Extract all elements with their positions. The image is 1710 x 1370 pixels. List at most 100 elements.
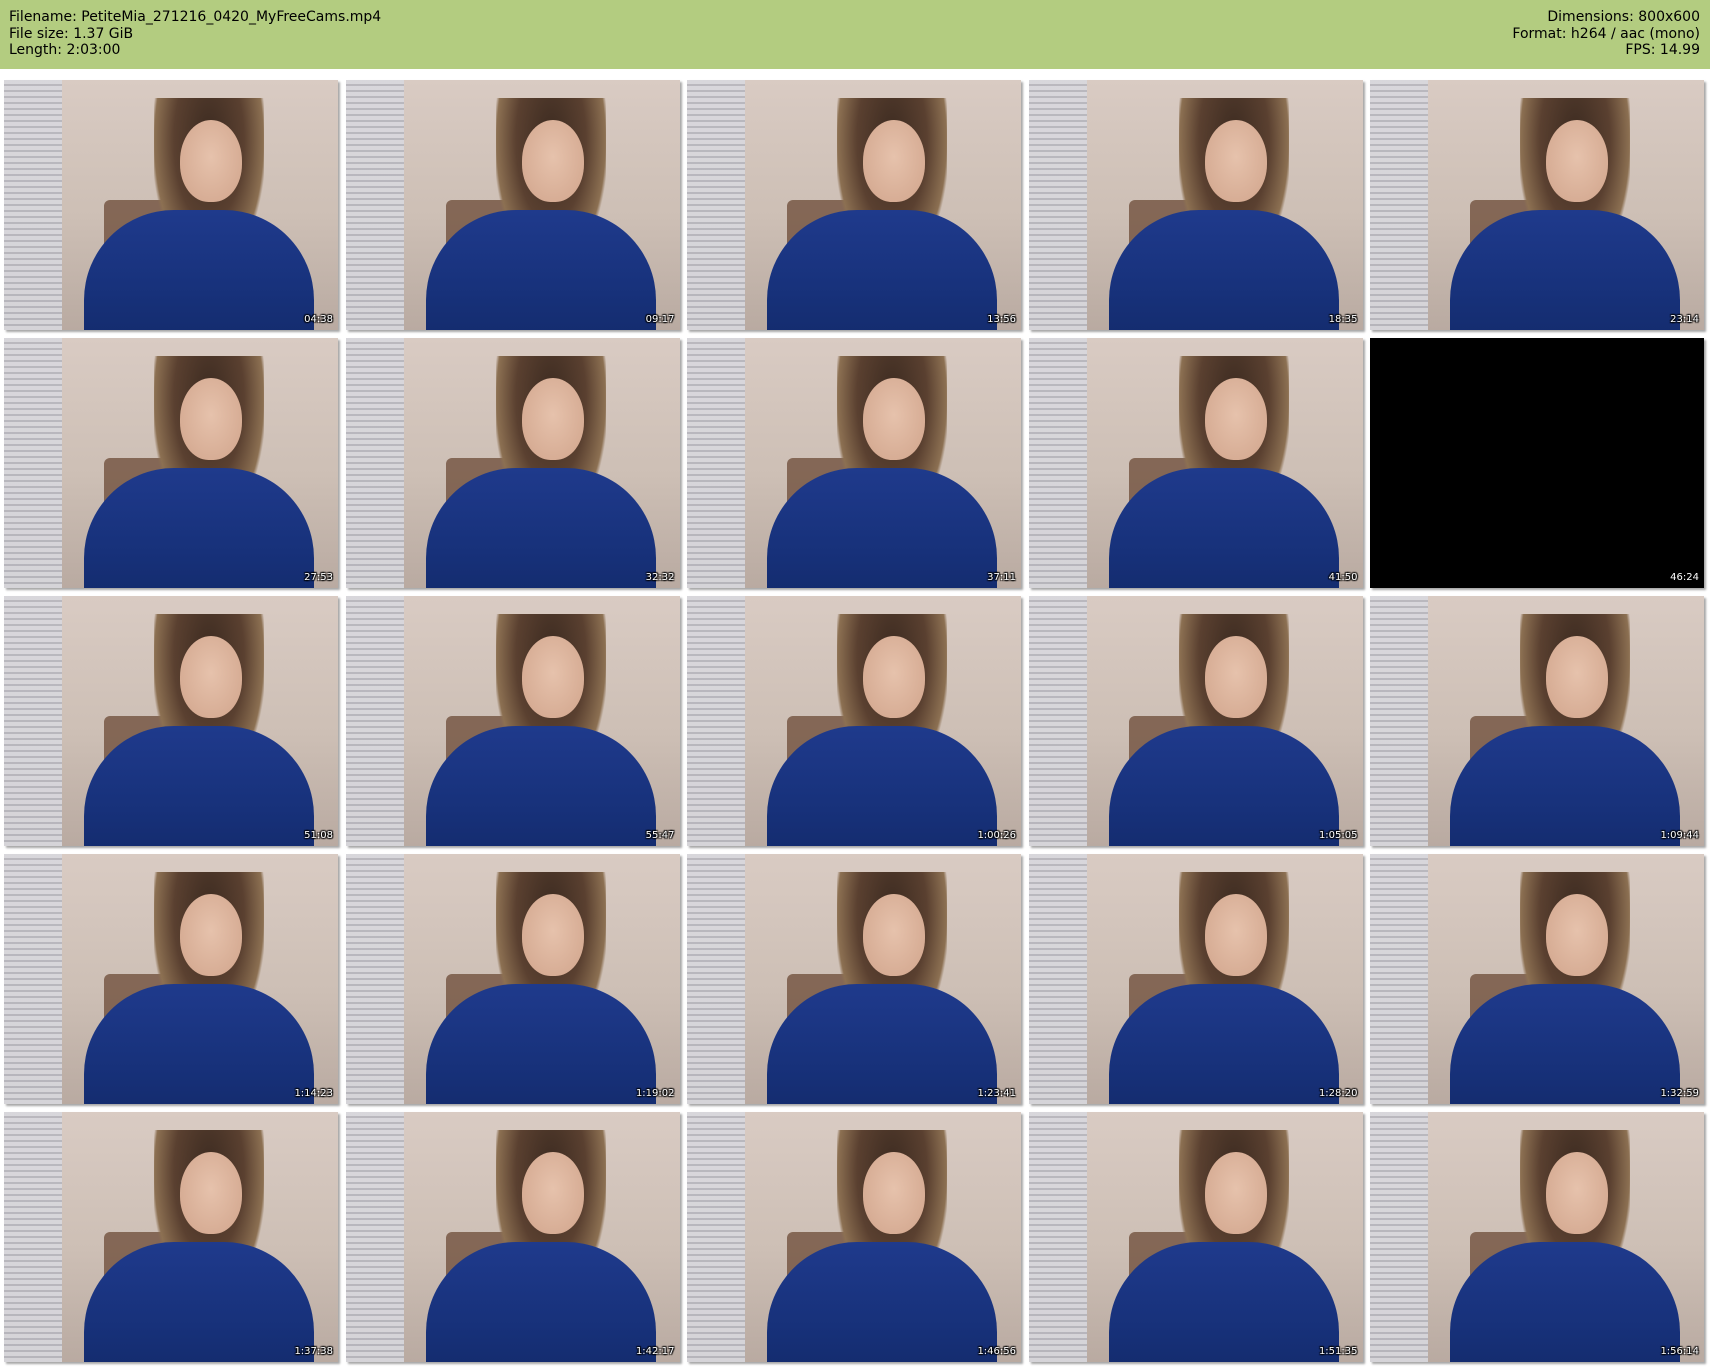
- thumbnail-blinds: [345, 854, 404, 1104]
- thumbnail-timestamp: 27:53: [304, 572, 333, 583]
- thumbnail-blinds: [345, 1112, 404, 1362]
- thumbnail-face: [863, 120, 925, 202]
- thumbnail-timestamp: 1:28:20: [1318, 1088, 1358, 1099]
- thumbnail: 55:47: [345, 596, 680, 846]
- thumbnail-timestamp: 23:14: [1670, 314, 1699, 325]
- thumbnail-timestamp: 46:24: [1670, 572, 1699, 583]
- thumbnail-blinds: [4, 80, 62, 330]
- thumbnail-body: [84, 1242, 314, 1362]
- thumbnail-body: [425, 468, 656, 588]
- thumbnail-face: [521, 120, 584, 202]
- thumbnail-face: [1546, 120, 1608, 202]
- thumbnail: 1:32:59: [1370, 854, 1704, 1104]
- thumbnail-face: [1204, 1152, 1267, 1234]
- thumbnail-body: [767, 210, 997, 330]
- thumbnail-blinds: [4, 596, 62, 846]
- thumbnail-timestamp: 32:32: [645, 572, 675, 583]
- thumbnail-face: [1546, 1152, 1608, 1234]
- thumbnail: 1:56:14: [1370, 1112, 1704, 1362]
- thumbnail: 1:00:26: [687, 596, 1021, 846]
- thumbnail-face: [1546, 894, 1608, 976]
- thumbnail-body: [425, 1242, 656, 1362]
- thumbnail-timestamp: 13:56: [987, 314, 1016, 325]
- length-text: Length: 2:03:00: [9, 42, 121, 58]
- thumbnail: 1:37:38: [4, 1112, 338, 1362]
- thumbnail-blinds: [687, 596, 745, 846]
- thumbnail-body: [84, 468, 314, 588]
- thumbnail-blinds: [1028, 338, 1087, 588]
- thumbnail-face: [863, 636, 925, 718]
- thumbnail: 04:38: [4, 80, 338, 330]
- thumbnail-timestamp: 1:14:23: [294, 1088, 333, 1099]
- thumbnail: 41:50: [1028, 338, 1363, 588]
- thumbnail-blinds: [687, 80, 745, 330]
- dimensions-text: Dimensions: 800x600: [1547, 9, 1700, 25]
- thumbnail-timestamp: 1:46:56: [977, 1346, 1016, 1357]
- thumbnail-body: [767, 468, 997, 588]
- thumbnail-body: [1450, 210, 1680, 330]
- thumbnail-face: [521, 378, 584, 460]
- thumbnail-face: [863, 894, 925, 976]
- thumbnail-face: [1204, 636, 1267, 718]
- thumbnail-face: [863, 378, 925, 460]
- thumbnail-face: [1204, 378, 1267, 460]
- thumbnail: 1:46:56: [687, 1112, 1021, 1362]
- filesize-text: File size: 1.37 GiB: [9, 25, 134, 42]
- thumbnail-blinds: [687, 854, 745, 1104]
- thumbnail-face: [180, 636, 242, 718]
- thumbnail: 1:28:20: [1028, 854, 1363, 1104]
- thumbnail-timestamp: 1:19:02: [635, 1088, 675, 1099]
- thumbnail: 1:23:41: [687, 854, 1021, 1104]
- thumbnail-blinds: [1028, 80, 1087, 330]
- thumbnail-face: [180, 120, 242, 202]
- thumbnail: 32:32: [345, 338, 680, 588]
- thumbnail-timestamp: 1:42:17: [635, 1346, 675, 1357]
- thumbnail-blinds: [1370, 596, 1428, 846]
- thumbnail: 27:53: [4, 338, 338, 588]
- thumbnail: 37:11: [687, 338, 1021, 588]
- thumbnail-body: [84, 726, 314, 846]
- thumbnail-body: [1108, 1242, 1339, 1362]
- thumbnail-body: [84, 210, 314, 330]
- thumbnail-body: [1450, 726, 1680, 846]
- thumbnail-face: [863, 1152, 925, 1234]
- thumbnail-face: [180, 894, 242, 976]
- thumbnail: 13:56: [687, 80, 1021, 330]
- thumbnail: 1:42:17: [345, 1112, 680, 1362]
- thumbnail-blinds: [1028, 854, 1087, 1104]
- thumbnail-body: [1450, 1242, 1680, 1362]
- file-info-left: Filename: PetiteMia_271216_0420_MyFreeCa…: [9, 9, 381, 59]
- thumbnail-timestamp: 1:56:14: [1660, 1346, 1699, 1357]
- thumbnail-face: [180, 378, 242, 460]
- thumbnail-timestamp: 55:47: [645, 830, 675, 841]
- thumbnail-blinds: [1028, 1112, 1087, 1362]
- thumbnail: 18:35: [1028, 80, 1363, 330]
- thumbnail-timestamp: 1:37:38: [294, 1346, 333, 1357]
- format-text: Format: h264 / aac (mono): [1512, 25, 1700, 42]
- thumbnail-body: [1108, 468, 1339, 588]
- thumbnail-blinds: [1028, 596, 1087, 846]
- thumbnail-blinds: [687, 338, 745, 588]
- thumbnail-blinds: [4, 854, 62, 1104]
- thumbnail-blinds: [345, 596, 404, 846]
- thumbnail-body: [425, 726, 656, 846]
- thumbnail-body: [425, 984, 656, 1104]
- thumbnail: 23:14: [1370, 80, 1704, 330]
- thumbnail: 1:19:02: [345, 854, 680, 1104]
- thumbnail-blinds: [345, 80, 404, 330]
- thumbnail-timestamp: 1:51:35: [1318, 1346, 1358, 1357]
- thumbnail: 51:08: [4, 596, 338, 846]
- thumbnail-body: [1108, 210, 1339, 330]
- thumbnail: 1:14:23: [4, 854, 338, 1104]
- thumbnail-timestamp: 18:35: [1328, 314, 1358, 325]
- thumbnail-timestamp: 1:09:44: [1660, 830, 1699, 841]
- thumbnail: 46:24: [1370, 338, 1704, 588]
- thumbnail-face: [1204, 120, 1267, 202]
- thumbnail-body: [767, 726, 997, 846]
- file-info-right: Dimensions: 800x600 Format: h264 / aac (…: [1512, 9, 1700, 59]
- thumbnail-body: [1450, 984, 1680, 1104]
- thumbnail-timestamp: 09:17: [645, 314, 675, 325]
- thumbnail-body: [1108, 984, 1339, 1104]
- thumbnail-blinds: [345, 338, 404, 588]
- thumbnail-timestamp: 04:38: [304, 314, 333, 325]
